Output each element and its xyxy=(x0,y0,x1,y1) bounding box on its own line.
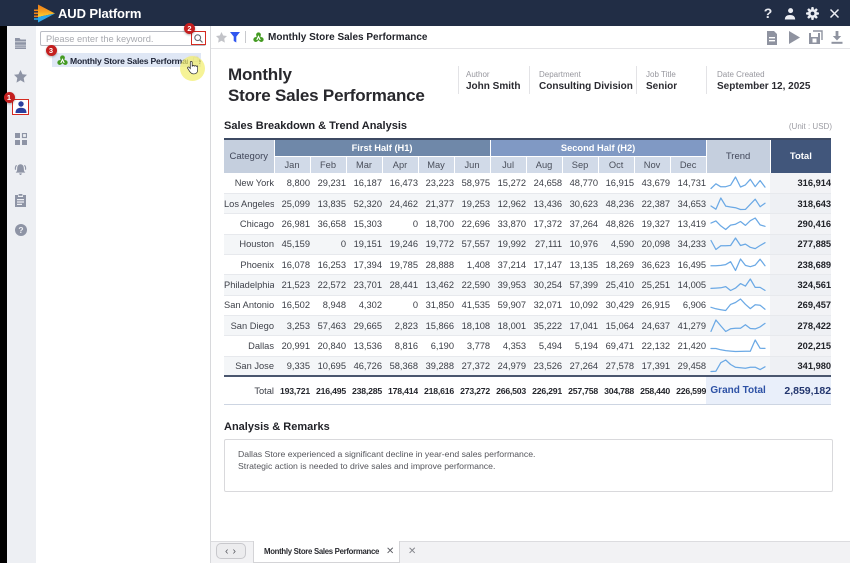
svg-text:?: ? xyxy=(18,225,23,235)
